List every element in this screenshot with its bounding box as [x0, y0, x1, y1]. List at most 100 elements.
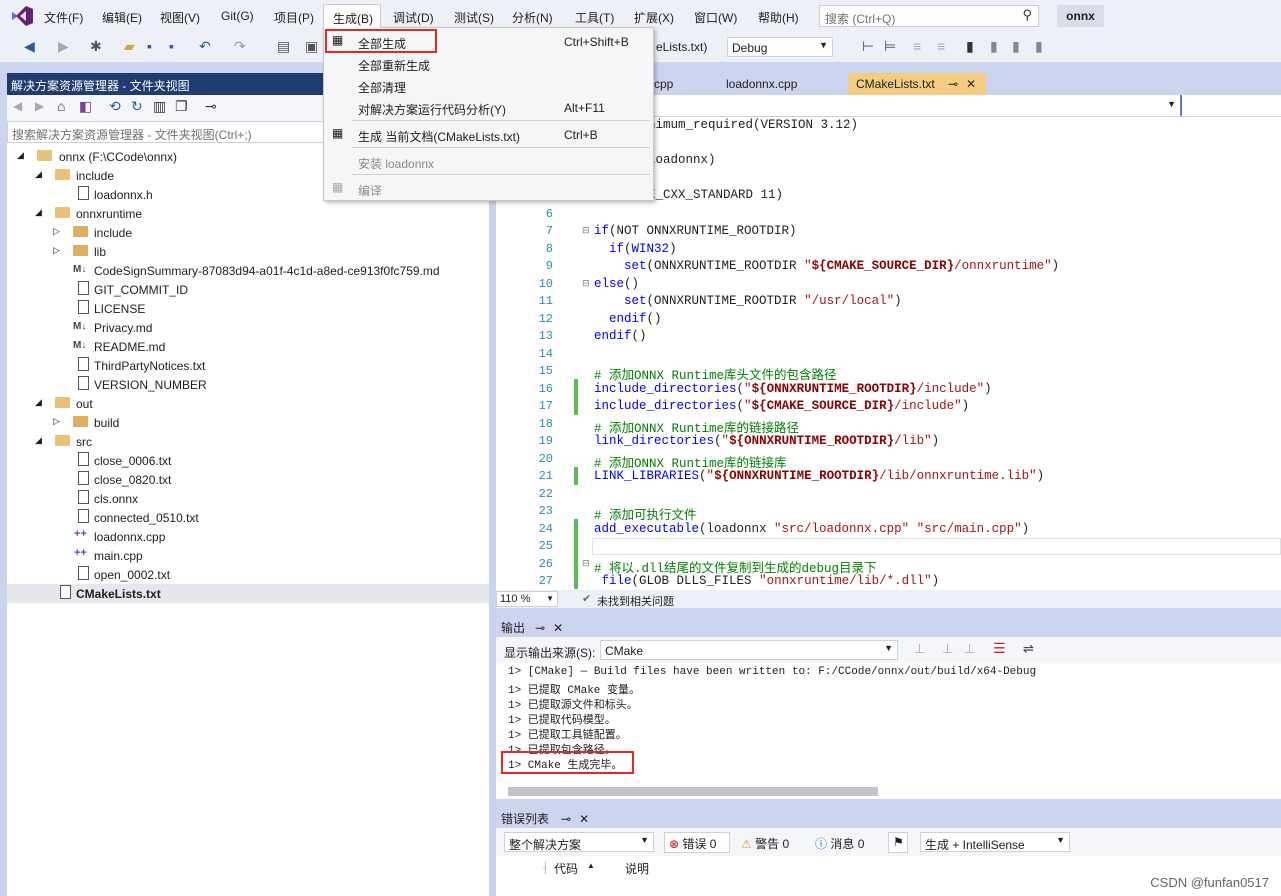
tree-item-file[interactable]: open_0002.txt [7, 565, 489, 584]
expand-icon[interactable]: ◢ [35, 435, 42, 446]
column-description[interactable]: 说明 [625, 860, 649, 877]
refresh-icon[interactable]: ↻ [131, 98, 143, 115]
expand-icon[interactable]: ◢ [35, 207, 42, 218]
find-message-icon[interactable]: ⊥ [914, 641, 925, 657]
bookmark-prev-icon[interactable]: ▮ [990, 38, 998, 55]
search-input[interactable]: 搜索 (Ctrl+Q) ⚲ [819, 5, 1039, 27]
comment-icon[interactable]: ≡ [913, 38, 921, 54]
find-in-files-icon[interactable]: ▤ [277, 38, 290, 55]
save-all-icon[interactable]: ▪ [169, 38, 174, 54]
zoom-combo[interactable]: 110 % ▼ [496, 591, 558, 607]
build-intellisense-combo[interactable]: 生成 + IntelliSense ▼ [920, 832, 1070, 852]
menu-file[interactable]: 文件(F) [44, 9, 83, 26]
tab-cmakelists[interactable]: CMakeLists.txt ⊸ ✕ [848, 73, 986, 95]
column-code[interactable]: 代码 [554, 860, 578, 877]
menu-extensions[interactable]: 扩展(X) [634, 9, 674, 26]
new-project-icon[interactable]: ✱ [90, 38, 102, 55]
tab-error-list[interactable]: 错误列表 ⊸ ✕ [496, 806, 595, 828]
redo-icon[interactable]: ↷ [234, 38, 246, 55]
uncomment-icon[interactable]: ≡ [937, 38, 945, 54]
tree-item-file[interactable]: M↓ README.md [7, 337, 489, 356]
tree-item-file[interactable]: ++ loadonnx.cpp [7, 527, 489, 546]
collapse-all-icon[interactable]: ▥ [153, 98, 166, 115]
back-icon[interactable]: ◀ [13, 99, 22, 113]
collapse-icon[interactable]: ▷ [53, 416, 60, 427]
menu-git[interactable]: Git(G) [221, 9, 254, 23]
tree-item-folder[interactable]: ◢ onnxruntime [7, 204, 489, 223]
properties-icon[interactable]: ⊸ [205, 98, 217, 115]
build-icon[interactable]: ▣ [305, 38, 318, 55]
bookmark-icon[interactable]: ▮ [966, 38, 974, 55]
tree-item-file[interactable]: GIT_COMMIT_ID [7, 280, 489, 299]
menu-view[interactable]: 视图(V) [160, 9, 200, 26]
menu-item-install[interactable]: 安装 loadonnx [324, 150, 653, 172]
expand-icon[interactable]: ◢ [35, 397, 42, 408]
startup-item-combo[interactable]: eLists.txt) [652, 37, 722, 57]
tree-item-file[interactable]: cls.onnx [7, 489, 489, 508]
tab-output[interactable]: 输出 ⊸ ✕ [496, 616, 569, 637]
pin-icon[interactable]: ⊸ [561, 812, 571, 826]
tree-item-folder[interactable]: ◢ src [7, 432, 489, 451]
menu-help[interactable]: 帮助(H) [758, 9, 799, 26]
collapse-icon[interactable]: ⊟ [582, 559, 590, 569]
tree-item-file[interactable]: M↓ CodeSignSummary-87083d94-a01f-4c1d-a8e… [7, 261, 489, 280]
tree-item-file[interactable]: close_0820.txt [7, 470, 489, 489]
menu-item-clean-all[interactable]: 全部清理 [324, 74, 653, 96]
tree-item-file[interactable]: ThirdPartyNotices.txt [7, 356, 489, 375]
tree-item-folder[interactable]: ◢ out [7, 394, 489, 413]
tab-loadonnx-cpp[interactable]: loadonnx.cpp [718, 73, 805, 95]
bookmark-clear-icon[interactable]: ▮ [1035, 38, 1043, 55]
tree-item-file[interactable]: VERSION_NUMBER [7, 375, 489, 394]
collapse-icon[interactable]: ▷ [53, 245, 60, 256]
forward-icon[interactable]: ▶ [58, 38, 69, 55]
undo-icon[interactable]: ↶ [199, 38, 211, 55]
menu-debug[interactable]: 调试(D) [393, 9, 434, 26]
menu-item-build-current[interactable]: ▦ 生成 当前文档(CMakeLists.txt) Ctrl+B [324, 123, 653, 145]
horizontal-scrollbar[interactable] [508, 787, 878, 796]
error-scope-combo[interactable]: 整个解决方案 ▼ [504, 832, 654, 852]
forward-icon[interactable]: ▶ [35, 99, 44, 113]
bookmark-next-icon[interactable]: ▮ [1012, 38, 1020, 55]
menu-analyze[interactable]: 分析(N) [512, 9, 553, 26]
tree-item-file-selected[interactable]: CMakeLists.txt [7, 584, 489, 603]
back-icon[interactable]: ◀ [24, 38, 35, 55]
pin-icon[interactable]: ⊸ [948, 77, 958, 91]
close-icon[interactable]: ✕ [553, 621, 563, 635]
configuration-combo[interactable]: Debug ▼ [727, 37, 833, 57]
expand-icon[interactable]: ◢ [17, 150, 24, 161]
tree-item-file[interactable]: ++ main.cpp [7, 546, 489, 565]
output-text[interactable]: 1> [CMake] — Build files have been writt… [496, 663, 1281, 799]
show-all-files-icon[interactable]: ❐ [175, 98, 188, 115]
output-source-combo[interactable]: CMake ▼ [600, 640, 898, 660]
menu-build[interactable]: 生成(B) [323, 4, 381, 28]
tree-item-folder[interactable]: ▷ build [7, 413, 489, 432]
collapse-icon[interactable]: ⊟ [582, 226, 590, 236]
collapse-icon[interactable]: ⊟ [582, 279, 590, 289]
tree-item-file[interactable]: LICENSE [7, 299, 489, 318]
sync-icon[interactable]: ⟲ [109, 98, 121, 115]
tree-item-file[interactable]: M↓ Privacy.md [7, 318, 489, 337]
collapse-icon[interactable]: ▷ [53, 226, 60, 237]
menu-tools[interactable]: 工具(T) [575, 9, 614, 26]
word-wrap-icon[interactable]: ⇌ [1023, 641, 1034, 657]
menu-item-run-code-analysis[interactable]: 对解决方案运行代码分析(Y) Alt+F11 [324, 96, 653, 118]
issues-status[interactable]: 未找到相关问题 [597, 593, 674, 609]
expand-icon[interactable]: ◢ [35, 169, 42, 180]
close-icon[interactable]: ✕ [579, 812, 589, 826]
warnings-filter-button[interactable]: ⚠ 警告 0 [736, 832, 804, 853]
menu-test[interactable]: 测试(S) [454, 9, 494, 26]
home-icon[interactable]: ⌂ [57, 98, 65, 114]
prev-message-icon[interactable]: ⊥ [942, 641, 953, 657]
toolbar-icon-a[interactable]: ⊢ [862, 38, 874, 55]
close-icon[interactable]: ✕ [966, 77, 976, 91]
toolbar-icon-b[interactable]: ⊨ [884, 38, 896, 55]
tree-item-folder[interactable]: ▷ include [7, 223, 489, 242]
tree-item-file[interactable]: connected_0510.txt [7, 508, 489, 527]
tree-item-file[interactable]: close_0006.txt [7, 451, 489, 470]
menu-edit[interactable]: 编辑(E) [102, 9, 142, 26]
switch-views-icon[interactable]: ◧ [79, 98, 92, 115]
filter-icon[interactable]: ⚑ [888, 832, 908, 853]
menu-window[interactable]: 窗口(W) [694, 9, 737, 26]
next-message-icon[interactable]: ⊥ [964, 641, 975, 657]
menu-project[interactable]: 项目(P) [274, 9, 314, 26]
